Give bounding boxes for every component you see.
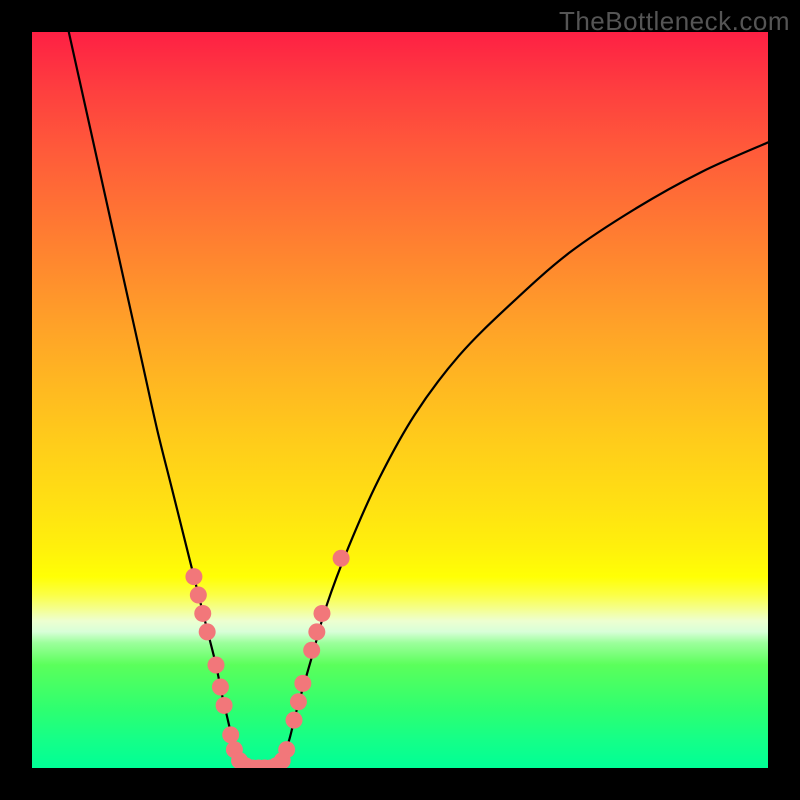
data-point <box>308 623 325 640</box>
data-point <box>185 568 202 585</box>
data-point <box>216 697 233 714</box>
data-point <box>333 550 350 567</box>
data-point <box>190 587 207 604</box>
data-point <box>212 679 229 696</box>
data-point <box>199 623 216 640</box>
plot-area <box>32 32 768 768</box>
chart-frame: TheBottleneck.com <box>0 0 800 800</box>
watermark-text: TheBottleneck.com <box>559 6 790 37</box>
data-point <box>194 605 211 622</box>
data-point <box>208 656 225 673</box>
data-point <box>313 605 330 622</box>
data-point <box>303 642 320 659</box>
data-point <box>278 741 295 758</box>
bottleneck-curve <box>69 32 768 768</box>
data-point <box>286 712 303 729</box>
data-point <box>222 726 239 743</box>
data-point <box>294 675 311 692</box>
data-point <box>290 693 307 710</box>
curve-group <box>69 32 768 768</box>
marker-group <box>185 550 349 768</box>
chart-svg <box>32 32 768 768</box>
